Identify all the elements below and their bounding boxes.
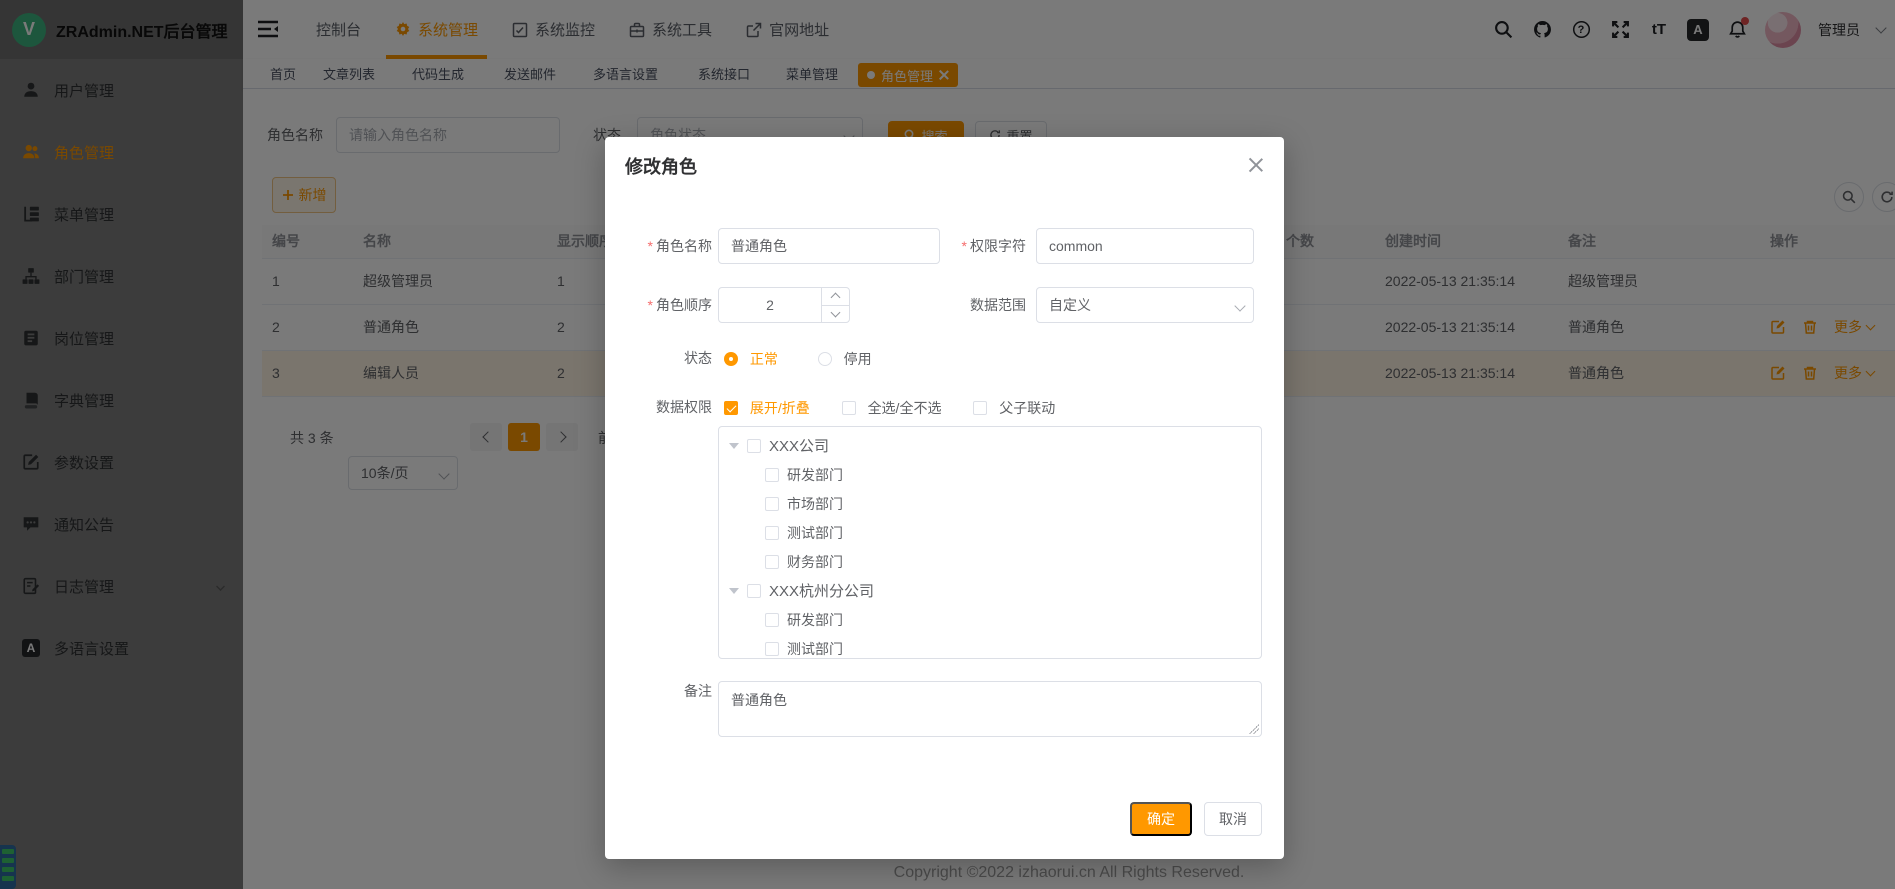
department-tree: XXX公司 研发部门 市场部门 测试部门 财务部门 XXX杭州分公司: [718, 426, 1262, 659]
status-radio-group: 正常 停用: [724, 349, 872, 369]
tree-checkbox[interactable]: [765, 497, 779, 511]
tree-node-dept[interactable]: 测试部门: [719, 634, 1261, 659]
edit-role-dialog: 修改角色 *角色名称 *权限字符 *角色顺序 2 数据范围 自定义: [605, 137, 1284, 859]
data-scope-select[interactable]: 自定义: [1036, 287, 1254, 323]
tree-node-company[interactable]: XXX公司: [719, 431, 1261, 460]
confirm-button[interactable]: 确定: [1130, 802, 1192, 836]
tree-checkbox[interactable]: [765, 642, 779, 656]
chevron-up-icon: [831, 293, 841, 303]
remark-label: 备注: [605, 673, 712, 709]
expand-checkbox-label[interactable]: 展开/折叠: [750, 400, 810, 416]
select-all-checkbox[interactable]: [842, 401, 856, 415]
radio-normal-label[interactable]: 正常: [750, 351, 778, 367]
role-order-value: 2: [719, 288, 821, 322]
tree-expand-icon[interactable]: [729, 443, 739, 449]
app-window: V ZRAdmin.NET后台管理 用户管理 角色管理 菜单管理 部门管理: [0, 0, 1895, 889]
data-perm-options: 展开/折叠 全选/全不选 父子联动: [724, 398, 1055, 418]
tree-expand-icon[interactable]: [729, 588, 739, 594]
tree-node-label: 测试部门: [787, 639, 843, 659]
tree-checkbox[interactable]: [765, 613, 779, 627]
tree-node-label: 市场部门: [787, 494, 843, 514]
tree-checkbox[interactable]: [765, 468, 779, 482]
decrement-button[interactable]: [822, 306, 849, 323]
data-scope-value: 自定义: [1049, 295, 1091, 315]
role-name-label: *角色名称: [605, 228, 712, 264]
remark-textarea[interactable]: 普通角色: [718, 681, 1262, 737]
required-asterisk: *: [962, 238, 967, 254]
role-order-stepper[interactable]: 2: [718, 287, 850, 323]
tree-node-label: 研发部门: [787, 465, 843, 485]
dialog-title: 修改角色: [625, 153, 697, 179]
perm-char-input[interactable]: [1036, 228, 1254, 264]
tree-checkbox[interactable]: [747, 439, 761, 453]
parent-child-checkbox[interactable]: [973, 401, 987, 415]
chevron-down-icon: [831, 307, 841, 317]
resize-handle[interactable]: [1249, 724, 1259, 734]
perm-char-label: *权限字符: [919, 228, 1026, 264]
chevron-down-icon: [1234, 300, 1245, 311]
tree-node-label: 研发部门: [787, 610, 843, 630]
tree-checkbox[interactable]: [765, 555, 779, 569]
data-scope-label: 数据范围: [919, 287, 1026, 323]
tree-node-dept[interactable]: 财务部门: [719, 547, 1261, 576]
tree-checkbox[interactable]: [765, 526, 779, 540]
role-order-label: *角色顺序: [605, 287, 712, 323]
required-asterisk: *: [648, 297, 653, 313]
tree-node-branch[interactable]: XXX杭州分公司: [719, 576, 1261, 605]
cancel-button[interactable]: 取消: [1204, 802, 1262, 836]
tree-node-dept[interactable]: 测试部门: [719, 518, 1261, 547]
radio-normal[interactable]: [724, 352, 738, 366]
radio-disabled[interactable]: [818, 352, 832, 366]
status-label: 状态: [605, 340, 712, 376]
tree-node-dept[interactable]: 研发部门: [719, 605, 1261, 634]
tree-node-label: 测试部门: [787, 523, 843, 543]
dialog-role-name-input[interactable]: [718, 228, 940, 264]
radio-disabled-label[interactable]: 停用: [844, 351, 872, 367]
expand-checkbox[interactable]: [724, 401, 738, 415]
tree-node-label: XXX杭州分公司: [769, 580, 874, 601]
tree-node-label: XXX公司: [769, 435, 829, 456]
tree-node-dept[interactable]: 研发部门: [719, 460, 1261, 489]
data-perm-label: 数据权限: [605, 389, 712, 425]
tree-node-dept[interactable]: 市场部门: [719, 489, 1261, 518]
close-icon[interactable]: [1248, 157, 1264, 173]
tree-checkbox[interactable]: [747, 584, 761, 598]
parent-child-checkbox-label[interactable]: 父子联动: [999, 400, 1055, 416]
required-asterisk: *: [648, 238, 653, 254]
increment-button[interactable]: [822, 288, 849, 306]
select-all-checkbox-label[interactable]: 全选/全不选: [868, 400, 942, 416]
tree-node-label: 财务部门: [787, 552, 843, 572]
